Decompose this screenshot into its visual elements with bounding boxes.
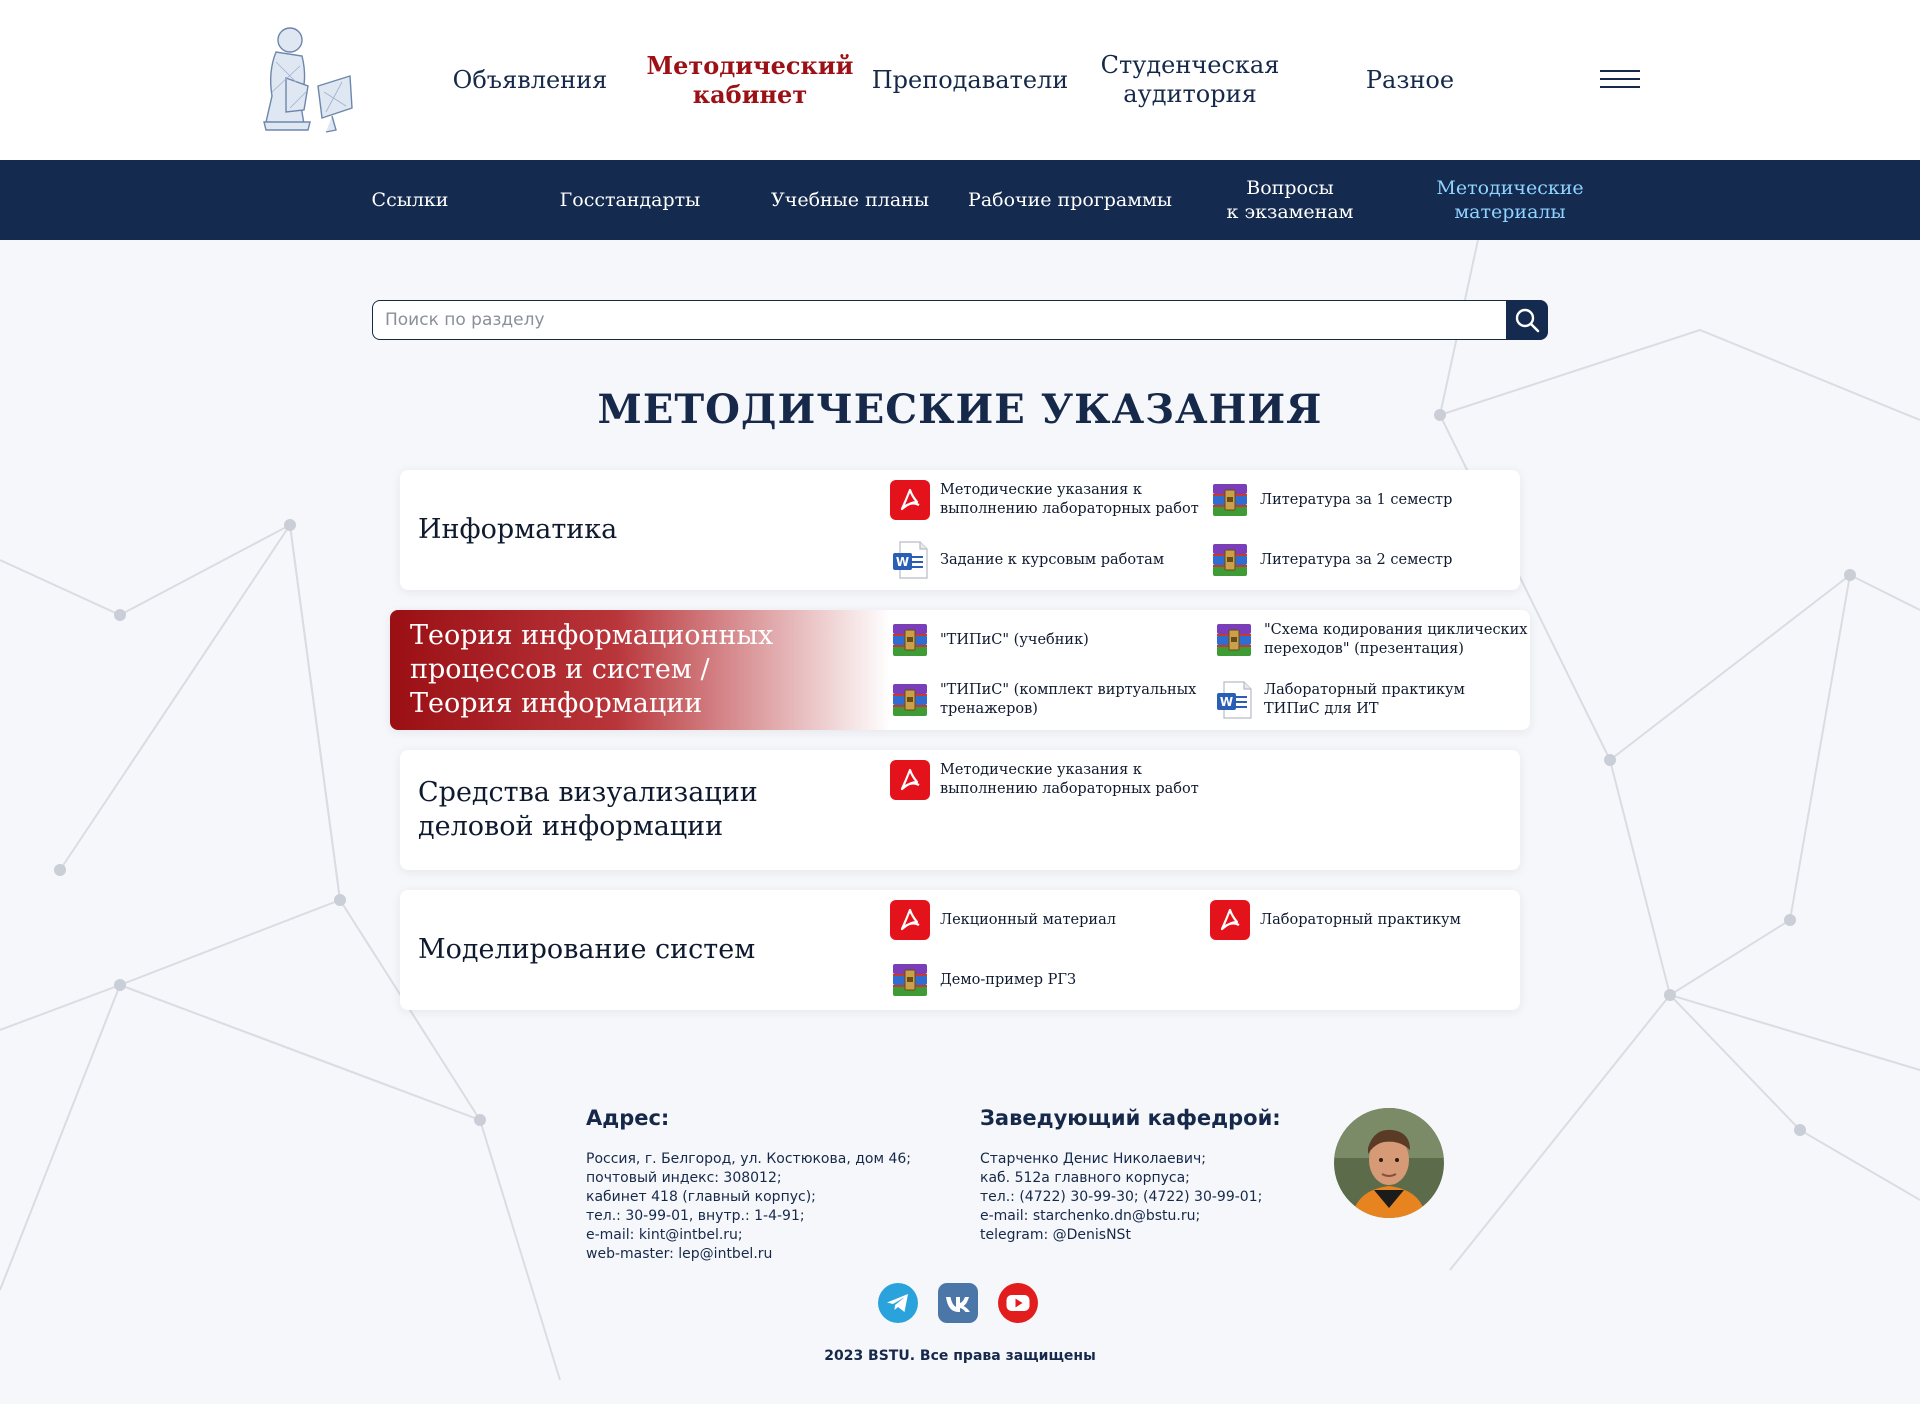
subnav-methodical-materials[interactable]: Методические материалы bbox=[1400, 176, 1620, 224]
file-link[interactable]: Методические указания к выполнению лабор… bbox=[890, 760, 1200, 800]
rar-archive-icon bbox=[890, 960, 930, 1000]
subnav-state-standards[interactable]: Госстандарты bbox=[520, 188, 740, 212]
file-label: Лабораторный практикум ТИПиС для ИТ bbox=[1264, 682, 1465, 717]
footer-address-title: Адрес: bbox=[586, 1106, 670, 1130]
file-label: Задание к курсовым работам bbox=[940, 551, 1165, 568]
word-doc-icon: W bbox=[890, 540, 930, 580]
file-link[interactable]: "ТИПиС" (комплект виртуальных тренажеров… bbox=[890, 680, 1200, 720]
search-button[interactable] bbox=[1506, 300, 1548, 340]
search-icon bbox=[1515, 308, 1540, 333]
file-link[interactable]: Литература за 1 семестр bbox=[1210, 480, 1520, 520]
file-link[interactable]: W Лабораторный практикум ТИПиС для ИТ bbox=[1214, 680, 1524, 720]
rar-archive-icon bbox=[1214, 620, 1254, 660]
search-input[interactable] bbox=[372, 300, 1508, 340]
main-navigation: Объявления Методический кабинет Преподав… bbox=[420, 0, 1520, 160]
footer-address-text: Россия, г. Белгород, ул. Костюкова, дом … bbox=[586, 1151, 912, 1262]
subnav-curricula[interactable]: Учебные планы bbox=[740, 188, 960, 212]
page-title: МЕТОДИЧЕСКИЕ УКАЗАНИЯ bbox=[597, 386, 1323, 433]
pdf-icon bbox=[890, 900, 930, 940]
file-link[interactable]: Методические указания к выполнению лабор… bbox=[890, 480, 1200, 520]
telegram-icon[interactable] bbox=[878, 1283, 918, 1323]
file-label: Методические указания к выполнению лабор… bbox=[940, 762, 1199, 797]
file-label: "ТИПиС" (комплект виртуальных тренажеров… bbox=[940, 682, 1197, 717]
sub-navigation-bar: Ссылки Госстандарты Учебные планы Рабочи… bbox=[0, 160, 1920, 240]
file-label: "ТИПиС" (учебник) bbox=[940, 631, 1089, 648]
footer-head-title: Заведующий кафедрой: bbox=[980, 1106, 1281, 1130]
subject-title: Теория информационных процессов и систем… bbox=[410, 620, 774, 719]
file-link[interactable]: Литература за 2 семестр bbox=[1210, 540, 1520, 580]
file-label: Литература за 1 семестр bbox=[1260, 491, 1453, 508]
copyright: 2023 BSTU. Все права защищены bbox=[824, 1348, 1096, 1364]
subject-title: Средства визуализации деловой информации bbox=[418, 777, 758, 842]
nav-misc[interactable]: Разное bbox=[1300, 66, 1520, 95]
file-label: Литература за 2 семестр bbox=[1260, 551, 1453, 568]
svg-text:W: W bbox=[1220, 695, 1233, 709]
file-label: "Схема кодирования циклических переходов… bbox=[1264, 622, 1528, 657]
file-label: Демо-пример РГЗ bbox=[940, 971, 1077, 988]
subnav-links[interactable]: Ссылки bbox=[300, 188, 520, 212]
footer-head-text: Старченко Денис Николаевич; каб. 512а гл… bbox=[980, 1151, 1263, 1243]
nav-announcements[interactable]: Объявления bbox=[420, 66, 640, 95]
top-header: Объявления Методический кабинет Преподав… bbox=[0, 0, 1920, 160]
rar-archive-icon bbox=[1210, 540, 1250, 580]
file-link[interactable]: "Схема кодирования циклических переходов… bbox=[1214, 620, 1530, 660]
file-label: Лабораторный практикум bbox=[1260, 911, 1461, 928]
file-label: Лекционный материал bbox=[940, 911, 1116, 928]
thinker-logo-icon[interactable] bbox=[246, 22, 356, 136]
youtube-icon[interactable] bbox=[998, 1283, 1038, 1323]
word-doc-icon: W bbox=[1214, 680, 1254, 720]
section-search bbox=[372, 300, 1548, 340]
file-link[interactable]: "ТИПиС" (учебник) bbox=[890, 620, 1200, 660]
avatar bbox=[1334, 1108, 1444, 1218]
subject-card-information-theory: Теория информационных процессов и систем… bbox=[390, 610, 1530, 730]
subject-card-business-visualization: Средства визуализации деловой информации… bbox=[400, 750, 1520, 870]
subnav-work-programs[interactable]: Рабочие программы bbox=[960, 188, 1180, 212]
subnav-exam-questions[interactable]: Вопросы к экзаменам bbox=[1180, 176, 1400, 224]
file-label: Методические указания к выполнению лабор… bbox=[940, 482, 1199, 517]
subject-title: Моделирование систем bbox=[418, 934, 756, 965]
rar-archive-icon bbox=[890, 680, 930, 720]
rar-archive-icon bbox=[890, 620, 930, 660]
svg-text:W: W bbox=[896, 555, 909, 569]
nav-teachers[interactable]: Преподаватели bbox=[860, 66, 1080, 95]
file-link[interactable]: Демо-пример РГЗ bbox=[890, 960, 1200, 1000]
subject-card-systems-modeling: Моделирование систем Лекционный материал… bbox=[400, 890, 1520, 1010]
vk-icon[interactable] bbox=[938, 1283, 978, 1323]
hamburger-icon[interactable] bbox=[1600, 70, 1640, 90]
subject-title: Информатика bbox=[418, 514, 618, 545]
nav-methodical-cabinet[interactable]: Методический кабинет bbox=[640, 51, 860, 109]
file-link[interactable]: Лабораторный практикум bbox=[1210, 900, 1520, 940]
pdf-icon bbox=[890, 480, 930, 520]
file-link[interactable]: W Задание к курсовым работам bbox=[890, 540, 1200, 580]
pdf-icon bbox=[890, 760, 930, 800]
rar-archive-icon bbox=[1210, 480, 1250, 520]
nav-student-audience[interactable]: Студенческая аудитория bbox=[1080, 51, 1300, 109]
sub-navigation: Ссылки Госстандарты Учебные планы Рабочи… bbox=[300, 160, 1620, 240]
subject-card-informatics: Информатика Методические указания к выпо… bbox=[400, 470, 1520, 590]
file-link[interactable]: Лекционный материал bbox=[890, 900, 1200, 940]
pdf-icon bbox=[1210, 900, 1250, 940]
